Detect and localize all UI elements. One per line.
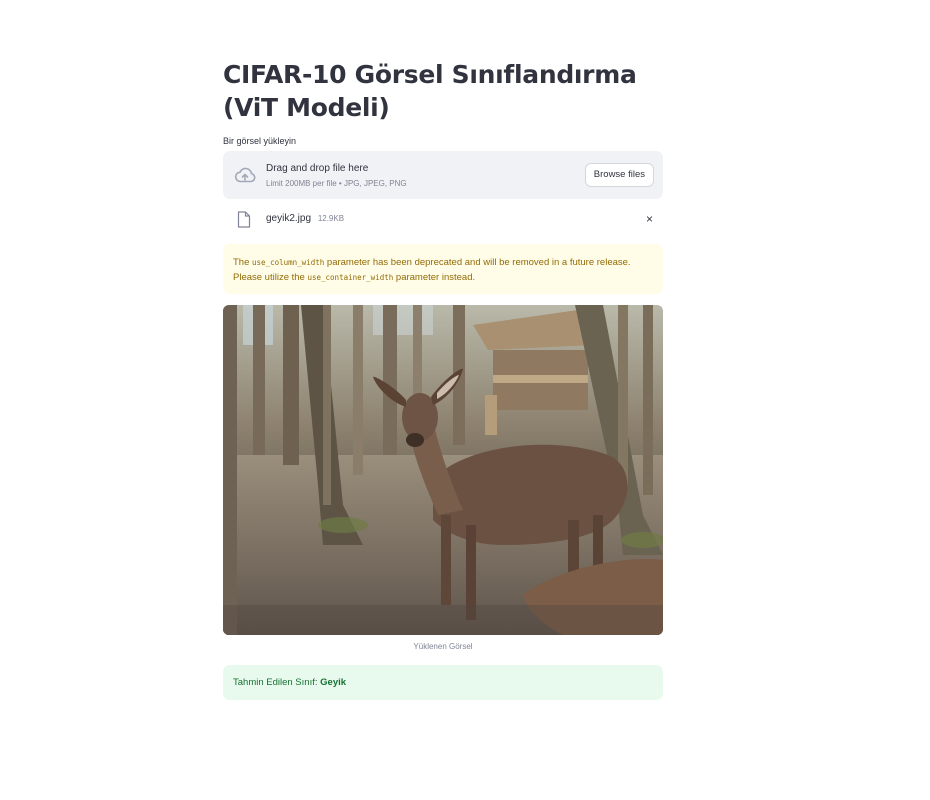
warning-code: use_container_width xyxy=(307,273,394,282)
prediction-result: Tahmin Edilen Sınıf: Geyik xyxy=(223,665,663,700)
browse-files-button[interactable]: Browse files xyxy=(584,163,654,187)
prediction-label: Tahmin Edilen Sınıf: xyxy=(233,677,321,688)
remove-file-close-icon[interactable]: × xyxy=(646,212,653,226)
dropzone-instruction: Drag and drop file here xyxy=(266,163,369,174)
image-caption: Yüklenen Görsel xyxy=(413,642,473,651)
page-title: CIFAR-10 Görsel Sınıflandırma (ViT Model… xyxy=(223,60,637,122)
deprecation-warning: The use_column_width parameter has been … xyxy=(223,244,663,294)
uploaded-file-row: geyik2.jpg 12.9KB × xyxy=(223,206,663,234)
cloud-upload-icon xyxy=(234,167,256,183)
warning-text: The xyxy=(233,257,253,268)
file-dropzone[interactable]: Drag and drop file here Limit 200MB per … xyxy=(223,151,663,199)
prediction-value: Geyik xyxy=(320,677,347,688)
uploader-label: Bir görsel yükleyin xyxy=(223,136,297,146)
deer-photo xyxy=(223,305,663,635)
warning-code: use_column_width xyxy=(252,258,325,267)
warning-text: parameter instead. xyxy=(393,272,476,283)
file-name: geyik2.jpg xyxy=(266,213,312,224)
uploaded-image xyxy=(223,305,663,635)
dropzone-limit: Limit 200MB per file • JPG, JPEG, PNG xyxy=(266,179,407,188)
file-icon xyxy=(237,211,251,228)
file-size: 12.9KB xyxy=(317,214,345,223)
